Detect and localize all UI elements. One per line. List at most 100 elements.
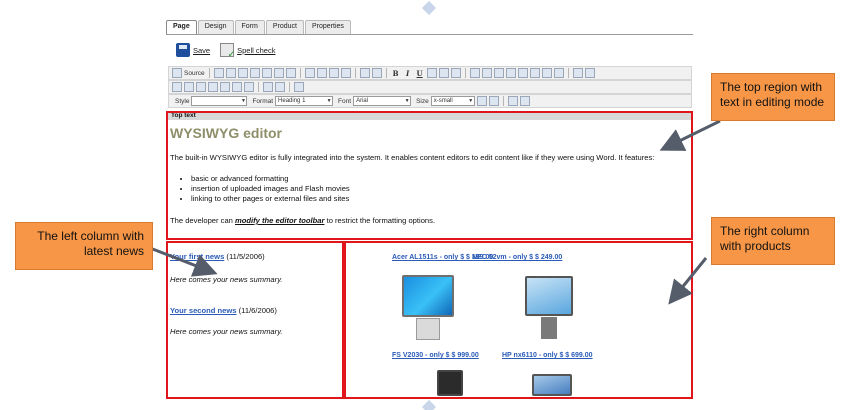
page-break-icon[interactable] (244, 82, 254, 92)
list-item: insertion of uploaded images and Flash m… (191, 184, 350, 194)
save-button[interactable]: Save (176, 43, 210, 57)
size-value: x-small (433, 98, 453, 104)
align-left-icon[interactable] (517, 68, 528, 78)
laptop-screen (532, 374, 572, 396)
right-column-region[interactable] (344, 241, 693, 399)
product-image-laptop[interactable] (532, 374, 572, 396)
tab-form[interactable]: Form (234, 20, 265, 34)
monitor-screen (437, 370, 463, 396)
image-icon[interactable] (172, 82, 182, 92)
unlink-icon[interactable] (584, 68, 595, 78)
link-icon[interactable] (572, 68, 583, 78)
italic-icon[interactable]: I (403, 69, 413, 78)
flash-icon[interactable] (184, 82, 194, 92)
save-label: Save (193, 45, 211, 55)
preview-icon[interactable] (213, 68, 224, 78)
table-icon[interactable] (196, 82, 206, 92)
paste-word-icon[interactable] (273, 68, 284, 78)
underline-icon[interactable]: U (415, 69, 425, 78)
help-icon[interactable] (519, 96, 530, 106)
chevron-down-icon: ▼ (468, 98, 474, 104)
list-item: linking to other pages or external files… (191, 194, 350, 204)
text-color-icon[interactable] (476, 96, 487, 106)
source-icon[interactable] (172, 68, 182, 78)
style-select[interactable]: ▼ (191, 96, 248, 106)
background-color-icon[interactable] (488, 96, 499, 106)
news-title-link[interactable]: Your second news (170, 306, 237, 315)
save-icon (176, 43, 190, 57)
font-label: Font (338, 97, 352, 105)
remove-format-icon[interactable] (371, 68, 382, 78)
tab-bar: Page Design Form Product Properties (166, 20, 351, 35)
find-icon[interactable] (328, 68, 339, 78)
tab-divider (166, 34, 693, 35)
horizontal-rule-icon[interactable] (208, 82, 218, 92)
separator (385, 68, 387, 78)
bold-icon[interactable]: B (391, 69, 401, 78)
form-icon[interactable] (263, 82, 273, 92)
editor-toolbar-row-3: Style ▼ Format Heading 1 ▼ Font Arial ▼ Si… (168, 94, 692, 108)
monitor-stand (416, 318, 440, 340)
product-link[interactable]: HP nx6110 - only $ $ 699.00 (502, 352, 593, 359)
product-link[interactable]: NEC 52vm - only $ $ 249.00 (472, 254, 562, 261)
smiley-icon[interactable] (220, 82, 230, 92)
separator (289, 82, 290, 92)
editor-toolbar-row-1: Source B I U (168, 66, 692, 80)
toolbar-doc-link[interactable]: modify the editor toolbar (235, 216, 324, 225)
superscript-icon[interactable] (450, 68, 461, 78)
copy-icon[interactable] (237, 68, 248, 78)
justify-icon[interactable] (553, 68, 564, 78)
numbered-list-icon[interactable] (469, 68, 480, 78)
about-icon[interactable] (294, 82, 304, 92)
redo-icon[interactable] (316, 68, 327, 78)
print-icon[interactable] (285, 68, 296, 78)
callout-right-column: The right column with products (711, 217, 835, 265)
chevron-down-icon: ▼ (404, 98, 410, 104)
cut-icon[interactable] (225, 68, 236, 78)
callout-top-region: The top region with text in editing mode (711, 73, 835, 121)
paste-text-icon[interactable] (261, 68, 272, 78)
product-image-monitor[interactable] (437, 370, 463, 396)
replace-icon[interactable] (340, 68, 351, 78)
indent-icon[interactable] (505, 68, 516, 78)
separator (464, 68, 466, 78)
tab-design[interactable]: Design (197, 20, 234, 34)
page-heading: WYSIWYG editor (170, 125, 282, 141)
subscript-icon[interactable] (438, 68, 449, 78)
select-all-icon[interactable] (359, 68, 370, 78)
list-item: basic or advanced formatting (191, 174, 350, 184)
outdent-icon[interactable] (493, 68, 504, 78)
news-summary: Here comes your news summary. (170, 327, 283, 336)
format-select[interactable]: Heading 1 ▼ (275, 96, 334, 106)
maximize-icon[interactable] (507, 96, 518, 106)
tab-page[interactable]: Page (166, 20, 197, 35)
bulleted-list-icon[interactable] (481, 68, 492, 78)
spell-check-button[interactable]: Spell check (220, 43, 276, 60)
undo-icon[interactable] (304, 68, 315, 78)
separator (208, 68, 210, 78)
align-right-icon[interactable] (541, 68, 552, 78)
paste-icon[interactable] (249, 68, 260, 78)
size-label: Size (416, 97, 429, 105)
strikethrough-icon[interactable] (426, 68, 437, 78)
show-blocks-icon[interactable] (275, 82, 285, 92)
font-select[interactable]: Arial ▼ (353, 96, 412, 106)
outro-suffix: to restrict the formatting options. (324, 216, 436, 225)
special-char-icon[interactable] (232, 82, 242, 92)
tab-product[interactable]: Product (265, 20, 304, 34)
left-column-region[interactable] (166, 241, 344, 399)
product-image-monitor[interactable] (402, 275, 454, 343)
size-select[interactable]: x-small ▼ (430, 96, 475, 106)
tab-properties[interactable]: Properties (305, 20, 351, 34)
news-title-link[interactable]: Your first news (170, 252, 224, 261)
news-item: Your second news (11/6/2006) (170, 306, 277, 315)
separator (258, 82, 259, 92)
spell-check-label: Spell check (237, 45, 276, 55)
product-link[interactable]: FS V2030 - only $ $ 999.00 (392, 352, 479, 359)
separator (502, 96, 504, 106)
font-value: Arial (356, 98, 369, 104)
align-center-icon[interactable] (529, 68, 540, 78)
product-image-monitor[interactable] (525, 276, 573, 342)
source-label[interactable]: Source (184, 70, 205, 77)
outro-prefix: The developer can (170, 216, 236, 225)
